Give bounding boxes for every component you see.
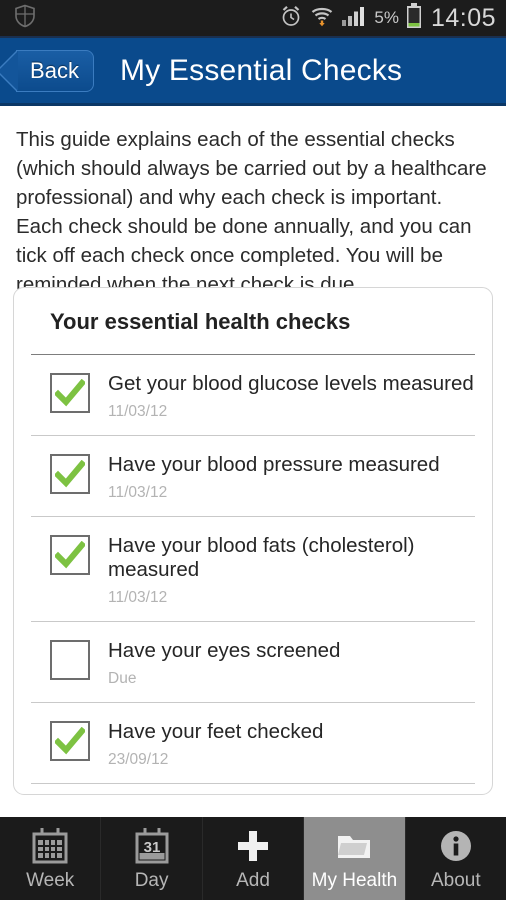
check-item-text: Have your feet checked 23/09/12 [108, 719, 323, 769]
plus-icon [234, 826, 272, 866]
intro-paragraph: This guide explains each of the essentia… [16, 128, 487, 296]
check-item-date: 11/03/12 [108, 589, 168, 606]
check-item-label: Have your feet checked [108, 720, 324, 743]
check-item-date: 11/03/12 [108, 403, 168, 420]
check-list-item[interactable]: Have your feet checked 23/09/12 [31, 703, 475, 784]
content-area: This guide explains each of the essentia… [0, 109, 506, 817]
calendar-day-icon: 31 [133, 826, 171, 866]
status-bar-right: 5% 14:05 [279, 2, 496, 34]
checks-card: Your essential health checks Get your bl… [13, 287, 493, 795]
card-title: Your essential health checks [50, 309, 351, 334]
tab-label: About [431, 870, 481, 891]
check-mark-icon [55, 460, 85, 488]
shield-icon [14, 4, 36, 33]
checkbox-checked[interactable] [50, 373, 90, 413]
status-bar: 5% 14:05 [0, 0, 506, 36]
status-clock: 14:05 [430, 3, 496, 32]
back-button[interactable]: Back [0, 49, 94, 92]
check-list-item[interactable]: Have your blood pressure measured 11/03/1… [31, 436, 475, 517]
checks-list: Get your blood glucose levels measured 11… [14, 355, 492, 794]
check-item-text: Have your blood pressure measured 11/03/1… [108, 452, 440, 502]
checkbox-checked[interactable] [50, 535, 90, 575]
tab-label: Week [26, 870, 75, 891]
check-item-text: Get your blood glucose levels measured 11… [108, 371, 474, 421]
info-circle-icon [437, 826, 475, 866]
battery-icon [406, 2, 422, 34]
check-item-text: Have your eyes screened Due [108, 638, 340, 688]
svg-text:31: 31 [143, 839, 160, 856]
check-item-text: Have your blood fats (cholesterol) measu… [108, 533, 475, 607]
check-mark-icon [55, 727, 85, 755]
check-item-label: Have your blood pressure measured [108, 453, 440, 476]
check-list-item[interactable]: Have your blood fats (cholesterol) measu… [31, 517, 475, 622]
check-mark-icon [55, 379, 85, 407]
wifi-download-icon [310, 4, 334, 33]
calendar-week-icon [31, 826, 69, 866]
status-bar-left [14, 4, 36, 33]
tab-my-health[interactable]: My Health [304, 817, 406, 900]
checkbox-unchecked[interactable] [50, 640, 90, 680]
page-title: My Essential Checks [120, 53, 403, 87]
tab-day[interactable]: 31 Day [101, 817, 203, 900]
check-list-item[interactable]: Have your kidney function monitored [31, 784, 475, 794]
check-item-label: Have your blood fats (cholesterol) measu… [108, 534, 415, 581]
alarm-clock-icon [279, 4, 303, 33]
tab-label: Add [236, 870, 270, 891]
bottom-tab-bar: Week 31 Day Add My Health About [0, 817, 506, 900]
app-header: Back My Essential Checks [0, 36, 506, 106]
check-list-item[interactable]: Have your eyes screened Due [31, 622, 475, 703]
app-screen: 5% 14:05 Back My Essential Checks This g… [0, 0, 506, 900]
check-item-date: Due [108, 670, 137, 687]
tab-label: My Health [311, 870, 398, 891]
back-button-label: Back [30, 57, 79, 83]
tab-week[interactable]: Week [0, 817, 102, 900]
signal-bars-icon [341, 5, 367, 32]
check-item-label: Have your eyes screened [108, 639, 341, 662]
tab-label: Day [134, 870, 169, 891]
check-mark-icon [55, 541, 85, 569]
tab-add[interactable]: Add [202, 817, 305, 900]
check-item-date: 23/09/12 [108, 751, 169, 768]
battery-percent-label: 5% [374, 8, 399, 27]
check-list-item[interactable]: Get your blood glucose levels measured 11… [31, 355, 475, 436]
tab-about[interactable]: About [405, 817, 506, 900]
checkbox-checked[interactable] [50, 454, 90, 494]
check-item-date: 11/03/12 [108, 484, 168, 501]
checkbox-checked[interactable] [50, 721, 90, 761]
check-item-label: Get your blood glucose levels measured [108, 372, 474, 395]
folder-icon [335, 826, 373, 866]
